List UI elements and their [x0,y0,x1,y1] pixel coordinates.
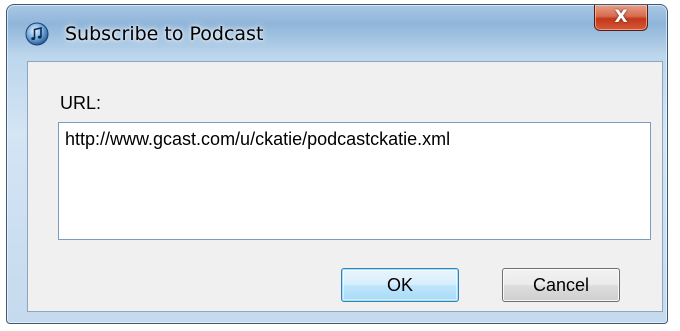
ok-button[interactable]: OK [341,268,459,302]
close-icon: X [614,6,628,27]
close-button[interactable]: X [594,5,648,31]
subscribe-dialog: Subscribe to Podcast X URL: http://www.g… [6,4,668,324]
dialog-body: URL: http://www.gcast.com/u/ckatie/podca… [27,61,663,312]
cancel-button[interactable]: Cancel [502,268,620,302]
itunes-icon [25,22,49,46]
title-bar[interactable]: Subscribe to Podcast X [7,5,667,61]
url-label: URL: [60,93,102,113]
dialog-title: Subscribe to Podcast [65,23,264,45]
url-input[interactable]: http://www.gcast.com/u/ckatie/podcastcka… [58,122,651,240]
